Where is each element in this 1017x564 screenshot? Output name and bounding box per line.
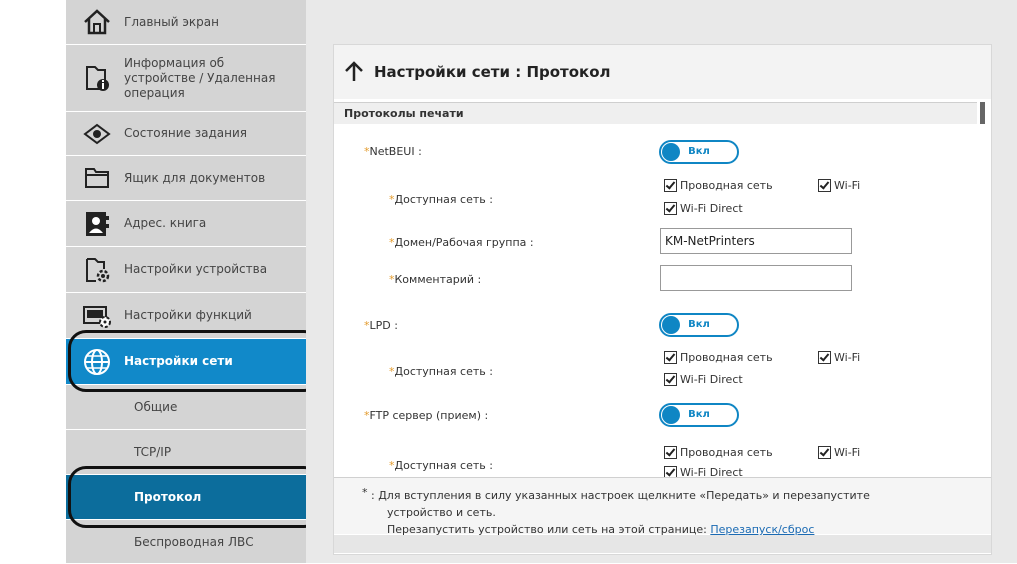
bottom-strip bbox=[334, 535, 991, 553]
comment-label-text: Комментарий : bbox=[394, 273, 482, 286]
checkbox-check-icon bbox=[664, 446, 677, 459]
folder-icon bbox=[82, 163, 112, 193]
home-icon bbox=[82, 7, 112, 37]
checkbox-check-icon bbox=[818, 351, 831, 364]
ftp-label-text: FTP сервер (прием) : bbox=[369, 409, 489, 422]
subnav-tcpip-label: TCP/IP bbox=[134, 445, 172, 459]
nav-document-box-label: Ящик для документов bbox=[124, 170, 266, 185]
nav-device-info[interactable]: Информация об устройстве / Удаленная опе… bbox=[66, 45, 306, 112]
device-settings-icon bbox=[82, 255, 112, 285]
checkbox-label: Wi-Fi bbox=[834, 179, 861, 192]
nav-document-box[interactable]: Ящик для документов bbox=[66, 156, 306, 201]
checkbox-check-icon bbox=[818, 446, 831, 459]
checkbox-label: Проводная сеть bbox=[680, 351, 773, 364]
footer-required-mark: * bbox=[362, 486, 368, 499]
checkbox-label: Wi-Fi bbox=[834, 351, 861, 364]
ftp-available-network-label: *Доступная сеть : bbox=[389, 459, 493, 472]
callout-ring-1 bbox=[68, 330, 322, 392]
footer-line1: : Для вступления в силу указанных настро… bbox=[371, 489, 870, 502]
address-book-icon bbox=[82, 209, 112, 239]
checkbox-label: Wi-Fi Direct bbox=[680, 202, 743, 215]
subnav-general-label: Общие bbox=[134, 400, 178, 414]
subnav-wireless-lan-label: Беспроводная ЛВС bbox=[134, 535, 254, 549]
lpd-toggle[interactable]: Вкл bbox=[659, 313, 739, 337]
eye-icon bbox=[82, 119, 112, 149]
nav-home[interactable]: Главный экран bbox=[66, 0, 306, 45]
available-network-text: Доступная сеть : bbox=[394, 459, 493, 472]
available-network-text: Доступная сеть : bbox=[394, 365, 493, 378]
up-arrow-icon[interactable] bbox=[344, 61, 364, 83]
checkbox-check-icon bbox=[664, 202, 677, 215]
netbeui-label-text: NetBEUI : bbox=[369, 145, 422, 158]
checkbox-label: Проводная сеть bbox=[680, 446, 773, 459]
nav-address-book[interactable]: Адрес. книга bbox=[66, 201, 306, 247]
lpd-wifi-checkbox[interactable]: Wi-Fi bbox=[818, 351, 860, 364]
nav-device-info-line1: Информация об bbox=[124, 55, 225, 70]
settings-panel: Настройки сети : Протокол Протоколы печа… bbox=[333, 44, 992, 555]
checkbox-check-icon bbox=[818, 179, 831, 192]
checkbox-check-icon bbox=[664, 373, 677, 386]
nav-device-info-label: Информация об устройстве / Удаленная опе… bbox=[124, 56, 275, 101]
lpd-available-network-label: *Доступная сеть : bbox=[389, 365, 493, 378]
footer-line2: устройство и сеть. bbox=[387, 506, 496, 519]
netbeui-label: *NetBEUI : bbox=[364, 145, 422, 158]
toggle-label: Вкл bbox=[688, 146, 710, 157]
nav-device-settings[interactable]: Настройки устройства bbox=[66, 247, 306, 293]
nav-job-status[interactable]: Состояние задания bbox=[66, 112, 306, 156]
lpd-wired-checkbox[interactable]: Проводная сеть bbox=[664, 351, 773, 364]
domain-label-text: Домен/Рабочая группа : bbox=[394, 236, 534, 249]
toggle-label: Вкл bbox=[688, 319, 710, 330]
device-info-icon bbox=[82, 63, 112, 93]
netbeui-wifi-direct-checkbox[interactable]: Wi-Fi Direct bbox=[664, 202, 743, 215]
checkbox-label: Проводная сеть bbox=[680, 179, 773, 192]
comment-input[interactable] bbox=[660, 265, 852, 291]
callout-ring-2 bbox=[68, 466, 322, 528]
checkbox-label: Wi-Fi Direct bbox=[680, 373, 743, 386]
section-header: Протоколы печати bbox=[334, 102, 977, 124]
nav-device-settings-label: Настройки устройства bbox=[124, 262, 268, 276]
nav-device-info-line3: операция bbox=[124, 85, 185, 100]
domain-input[interactable]: KM-NetPrinters bbox=[660, 228, 852, 254]
nav-function-settings-label: Настройки функций bbox=[124, 308, 252, 322]
scrollbar[interactable] bbox=[980, 102, 985, 124]
nav-home-label: Главный экран bbox=[124, 14, 219, 29]
comment-label: *Комментарий : bbox=[389, 273, 481, 286]
page-title: Настройки сети : Протокол bbox=[374, 63, 611, 81]
netbeui-toggle[interactable]: Вкл bbox=[659, 140, 739, 164]
ftp-wired-checkbox[interactable]: Проводная сеть bbox=[664, 446, 773, 459]
checkbox-label: Wi-Fi bbox=[834, 446, 861, 459]
panel-header: Настройки сети : Протокол bbox=[334, 45, 991, 99]
function-settings-icon bbox=[82, 301, 112, 331]
checkbox-check-icon bbox=[664, 351, 677, 364]
ftp-label: *FTP сервер (прием) : bbox=[364, 409, 488, 422]
checkbox-check-icon bbox=[664, 179, 677, 192]
toggle-label: Вкл bbox=[688, 409, 710, 420]
available-network-text: Доступная сеть : bbox=[394, 193, 493, 206]
ftp-wifi-checkbox[interactable]: Wi-Fi bbox=[818, 446, 860, 459]
nav-address-book-label: Адрес. книга bbox=[124, 216, 207, 230]
lpd-label-text: LPD : bbox=[369, 319, 398, 332]
lpd-label: *LPD : bbox=[364, 319, 398, 332]
nav-job-status-label: Состояние задания bbox=[124, 126, 247, 140]
footer-note: * : Для вступления в силу указанных наст… bbox=[334, 477, 991, 536]
lpd-wifi-direct-checkbox[interactable]: Wi-Fi Direct bbox=[664, 373, 743, 386]
netbeui-wired-checkbox[interactable]: Проводная сеть bbox=[664, 179, 773, 192]
nav-device-info-line2: устройстве / Удаленная bbox=[124, 70, 276, 85]
domain-label: *Домен/Рабочая группа : bbox=[389, 236, 534, 249]
netbeui-wifi-checkbox[interactable]: Wi-Fi bbox=[818, 179, 860, 192]
netbeui-available-network-label: *Доступная сеть : bbox=[389, 193, 493, 206]
ftp-toggle[interactable]: Вкл bbox=[659, 403, 739, 427]
